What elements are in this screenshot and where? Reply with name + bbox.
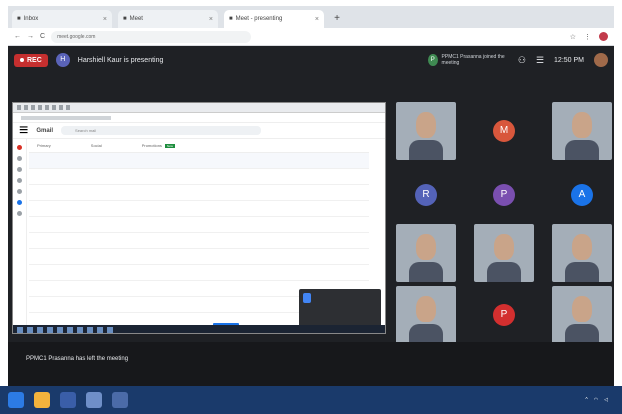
participant-avatar: A bbox=[571, 184, 593, 206]
address-bar: ← → C meet.google.com ☆ ⋮ bbox=[8, 28, 614, 46]
browser-tab[interactable]: ■ Inbox × bbox=[12, 10, 112, 28]
tab-label: Meet bbox=[129, 16, 143, 22]
screenshot-frame: ■ Inbox × ■ Meet × ■ Meet - presenting ×… bbox=[0, 0, 622, 414]
browser-tab[interactable]: ■ Meet × bbox=[118, 10, 218, 28]
chevron-up-icon[interactable]: ^ bbox=[585, 397, 587, 403]
tab-favicon-icon: ■ bbox=[229, 16, 233, 22]
participant-video-tile[interactable] bbox=[396, 102, 456, 160]
close-icon[interactable]: × bbox=[103, 16, 107, 23]
participant-tile[interactable]: R bbox=[396, 166, 456, 224]
gmail-header: ≡ Gmail Search mail bbox=[13, 121, 385, 139]
app-icon[interactable] bbox=[112, 392, 128, 408]
join-notification: P PPMC1 Prasanna joined the meeting bbox=[427, 54, 508, 66]
avatar[interactable] bbox=[594, 53, 608, 67]
tab-label: Meet - presenting bbox=[235, 16, 283, 22]
gmail-sidebar bbox=[13, 139, 27, 333]
participant-tile[interactable]: M bbox=[474, 102, 534, 160]
people-icon[interactable]: ⚇ bbox=[518, 55, 526, 66]
list-item bbox=[29, 233, 369, 249]
close-icon[interactable]: × bbox=[315, 16, 319, 23]
system-tray: ^ ◠ ◁ bbox=[585, 397, 614, 403]
participant-video-tile[interactable] bbox=[474, 224, 534, 282]
inbox-icon bbox=[17, 156, 22, 161]
presenter-avatar: H bbox=[55, 53, 70, 67]
notification-avatar: P bbox=[427, 54, 438, 66]
meet-top-right: P PPMC1 Prasanna joined the meeting ⚇ ☰ … bbox=[427, 53, 608, 67]
forward-icon[interactable]: → bbox=[27, 33, 34, 40]
wifi-icon[interactable]: ◠ bbox=[594, 397, 598, 403]
participant-tile[interactable]: A bbox=[552, 166, 612, 224]
browser-tab-strip: ■ Inbox × ■ Meet × ■ Meet - presenting ×… bbox=[8, 6, 614, 28]
address-bar-actions: ☆ ⋮ bbox=[570, 32, 608, 41]
participant-video-tile[interactable] bbox=[552, 102, 612, 160]
shared-taskbar bbox=[13, 325, 385, 333]
tab-favicon-icon: ■ bbox=[17, 16, 21, 22]
shared-address-bar bbox=[13, 113, 385, 123]
search-input: Search mail bbox=[61, 126, 262, 135]
chat-icon[interactable]: ☰ bbox=[536, 55, 544, 66]
menu-icon: ≡ bbox=[19, 121, 29, 139]
tab-promotions: Promotions New bbox=[141, 143, 175, 148]
gmail-logo: Gmail bbox=[36, 127, 54, 134]
meet-top-bar: REC H Harshiell Kaur is presenting P PPM… bbox=[8, 46, 614, 74]
participant-avatar: P bbox=[493, 184, 515, 206]
tab-primary: Primary bbox=[37, 143, 51, 148]
notification-text: PPMC1 Prasanna joined the meeting bbox=[441, 54, 505, 66]
back-icon[interactable]: ← bbox=[14, 33, 21, 40]
compose-icon bbox=[17, 145, 22, 150]
participant-video-tile[interactable] bbox=[552, 224, 612, 282]
shared-browser-toolbar bbox=[13, 103, 385, 113]
profile-avatar[interactable] bbox=[599, 32, 608, 41]
participant-avatar: R bbox=[415, 184, 437, 206]
word-icon[interactable] bbox=[60, 392, 76, 408]
mail-category-tabs: Primary Social Promotions New bbox=[29, 139, 369, 153]
participant-avatar: P bbox=[493, 304, 515, 326]
participant-video-tile[interactable] bbox=[396, 224, 456, 282]
star-icon bbox=[17, 167, 22, 172]
shared-screen-popup bbox=[299, 289, 381, 327]
meet-bottom-area bbox=[8, 342, 614, 386]
app-icon[interactable] bbox=[86, 392, 102, 408]
participant-video-tile[interactable] bbox=[552, 286, 612, 344]
shield-icon bbox=[303, 293, 311, 303]
extensions-icon[interactable]: ⋮ bbox=[584, 33, 591, 41]
recording-badge: REC bbox=[14, 53, 48, 67]
participant-tile[interactable]: P bbox=[474, 286, 534, 344]
participant-tile[interactable]: P bbox=[474, 166, 534, 224]
reload-icon[interactable]: C bbox=[40, 33, 45, 40]
shared-screen: ≡ Gmail Search mail Primary Social Promo… bbox=[12, 102, 386, 334]
folder-icon[interactable] bbox=[34, 392, 50, 408]
browser-tab-active[interactable]: ■ Meet - presenting × bbox=[224, 10, 324, 28]
list-item bbox=[29, 185, 369, 201]
url-field[interactable]: meet.google.com bbox=[51, 30, 252, 43]
tab-favicon-icon: ■ bbox=[123, 16, 127, 22]
clock-icon bbox=[17, 178, 22, 183]
close-icon[interactable]: × bbox=[209, 16, 213, 23]
list-item bbox=[29, 265, 369, 281]
participant-avatar: M bbox=[493, 120, 515, 142]
meet-icon bbox=[17, 200, 22, 205]
windows-taskbar: ^ ◠ ◁ bbox=[0, 386, 622, 414]
label-icon bbox=[17, 211, 22, 216]
left-meeting-toast: PPMC1 Prasanna has left the meeting bbox=[26, 356, 129, 362]
presenting-label: Harshiell Kaur is presenting bbox=[77, 56, 164, 64]
star-icon[interactable]: ☆ bbox=[570, 33, 576, 41]
list-item bbox=[29, 169, 369, 185]
participant-video-tile[interactable] bbox=[396, 286, 456, 344]
new-tab-button[interactable]: + bbox=[330, 12, 344, 26]
list-item bbox=[29, 153, 369, 169]
list-item bbox=[29, 217, 369, 233]
meeting-clock: 12:50 PM bbox=[554, 56, 584, 64]
edge-icon[interactable] bbox=[8, 392, 24, 408]
tab-label: Inbox bbox=[23, 16, 39, 22]
tab-social: Social bbox=[90, 143, 102, 148]
list-item bbox=[29, 249, 369, 265]
volume-icon[interactable]: ◁ bbox=[604, 397, 608, 403]
send-icon bbox=[17, 189, 22, 194]
meet-window: REC H Harshiell Kaur is presenting P PPM… bbox=[8, 46, 614, 386]
list-item bbox=[29, 201, 369, 217]
